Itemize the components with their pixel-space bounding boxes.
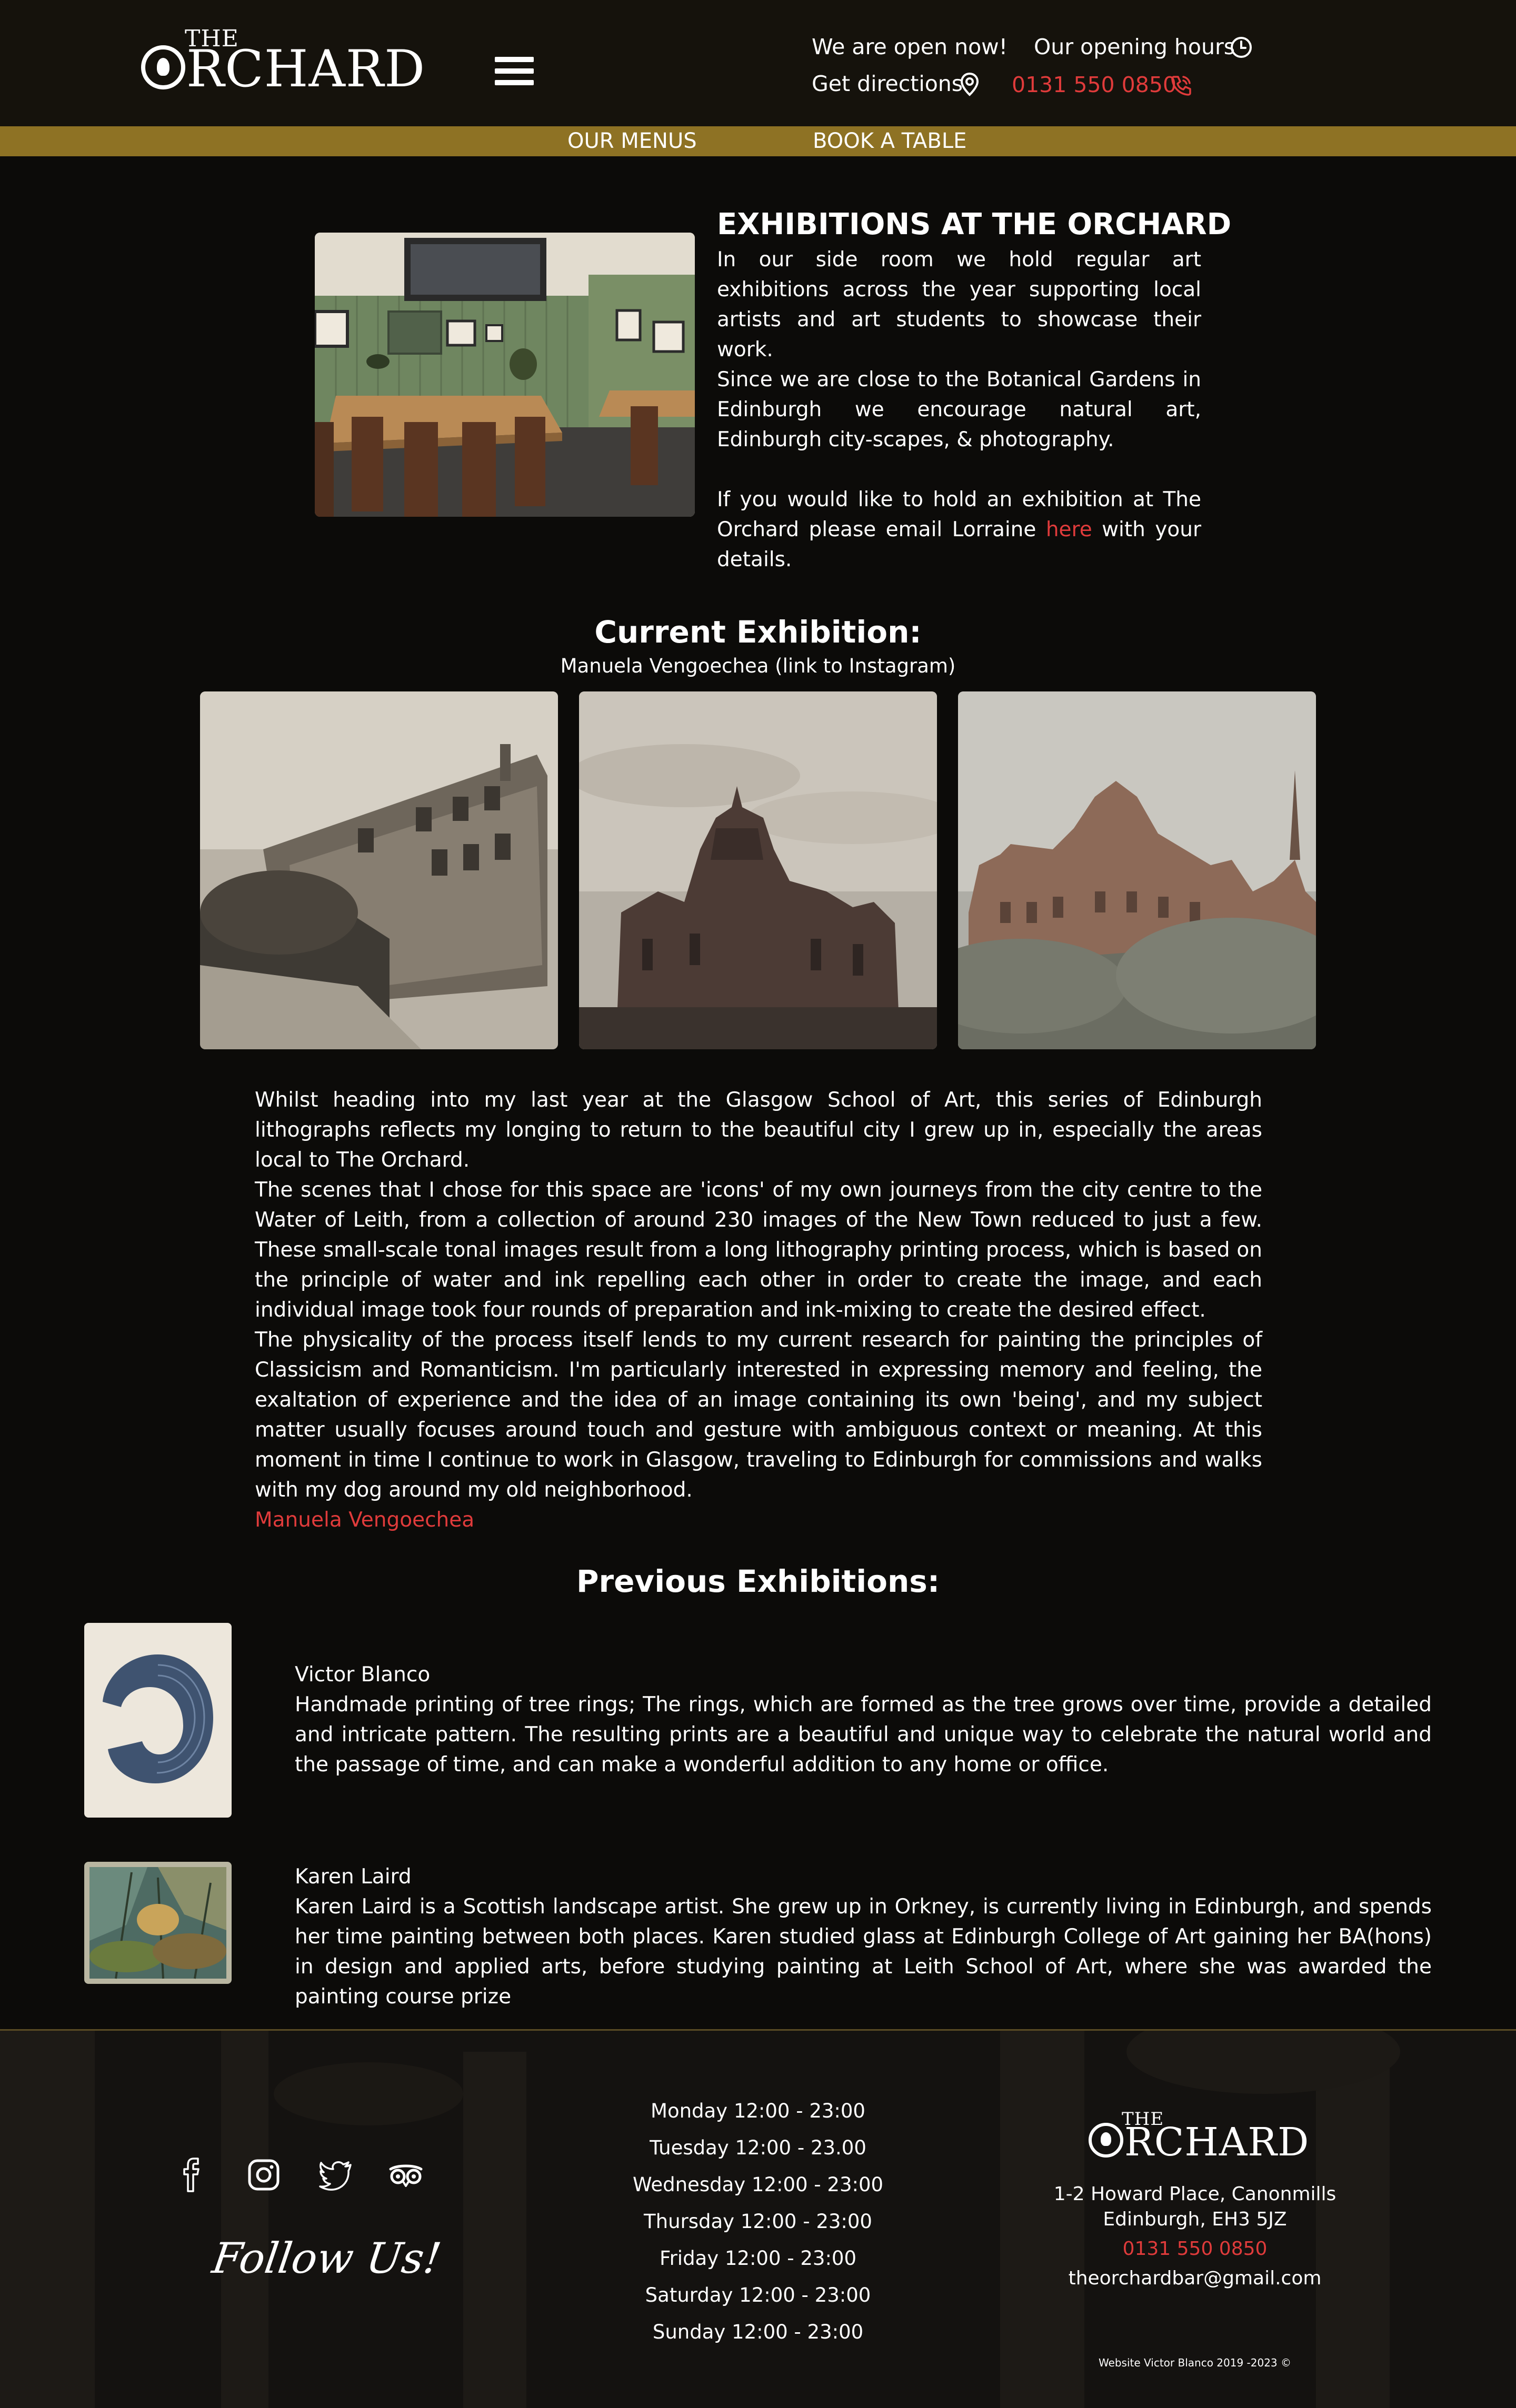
follow-us-text: Follow Us!	[209, 2234, 444, 2283]
lithograph-street-image[interactable]	[200, 691, 558, 1049]
logo-o-mark	[1089, 2123, 1123, 2158]
hours-wednesday: Wednesday 12:00 - 23:00	[632, 2173, 884, 2196]
footer-phone-link[interactable]: 0131 550 0850	[1032, 2236, 1358, 2262]
site-credit: Website Victor Blanco 2019 -2023 ©	[1098, 2356, 1292, 2369]
karen-laird-name: Karen Laird	[295, 1865, 412, 1889]
karen-laird-description: Karen Laird is a Scottish landscape arti…	[295, 1895, 1432, 2009]
victor-blanco-name: Victor Blanco	[295, 1663, 431, 1687]
map-pin-icon[interactable]	[959, 72, 980, 97]
hours-monday: Monday 12:00 - 23:00	[651, 2100, 865, 2122]
previous-exhibitions-heading: Previous Exhibitions:	[576, 1563, 940, 1599]
artist-instagram-link[interactable]: Manuela Vengoechea (link to Instagram)	[0, 654, 1516, 679]
side-room-photo	[315, 233, 695, 517]
get-directions-link[interactable]: Get directions	[812, 71, 963, 97]
logo-o-mark	[141, 45, 185, 89]
logo-rchard-text: RCHARD	[186, 39, 426, 98]
open-now-status: We are open now!	[812, 34, 1008, 59]
address-line-2: Edinburgh, EH3 5JZ	[1103, 2209, 1287, 2230]
tripadvisor-icon[interactable]	[387, 2156, 424, 2193]
hours-friday: Friday 12:00 - 23:00	[659, 2247, 857, 2270]
intro-spacer	[717, 455, 1201, 485]
intro-paragraph: Since we are close to the Botanical Gard…	[717, 368, 1201, 452]
nav-book-a-table[interactable]: BOOK A TABLE	[813, 126, 966, 156]
orchard-logo[interactable]: THE RCHARD	[141, 27, 425, 98]
intro-paragraph-email: If you would like to hold an exhibition …	[717, 485, 1201, 575]
lithograph-cathedral-image[interactable]	[579, 691, 937, 1049]
hamburger-bar	[495, 57, 534, 62]
twitter-icon[interactable]	[317, 2156, 354, 2193]
lithograph-heriots-image[interactable]	[958, 691, 1316, 1049]
tree-rings-print-image[interactable]	[84, 1623, 232, 1818]
hamburger-bar	[495, 68, 534, 74]
nav-our-menus[interactable]: OUR MENUS	[567, 126, 697, 156]
intro-paragraph: In our side room we hold regular art exh…	[717, 248, 1201, 362]
karen-laird-painting-image[interactable]	[84, 1862, 232, 1984]
statement-paragraph: The scenes that I chose for this space a…	[255, 1178, 1262, 1322]
logo-wordmark: RCHARD	[1089, 2120, 1309, 2165]
hours-tuesday: Tuesday 12:00 - 23.00	[650, 2136, 866, 2159]
hamburger-bar	[495, 80, 534, 85]
opening-hours-link[interactable]: Our opening hours	[1034, 34, 1235, 60]
instagram-icon[interactable]	[245, 2156, 282, 2193]
footer-email-link[interactable]: theorchardbar@gmail.com	[1032, 2266, 1358, 2291]
address-line-1: 1-2 Howard Place, Canonmills	[1053, 2183, 1337, 2205]
victor-blanco-description: Handmade printing of tree rings; The rin…	[295, 1693, 1432, 1777]
artist-statement: Whilst heading into my last year at the …	[255, 1085, 1262, 1535]
artist-signature-link[interactable]: Manuela Vengoechea	[255, 1505, 1262, 1535]
site-header: THE RCHARD We are open now! Our opening …	[0, 0, 1516, 126]
header-phone-link[interactable]: 0131 550 0850	[1012, 72, 1176, 98]
clock-icon[interactable]	[1230, 36, 1253, 59]
hours-sunday: Sunday 12:00 - 23:00	[652, 2321, 864, 2343]
footer-orchard-logo[interactable]: THE RCHARD	[1089, 2110, 1309, 2165]
phone-icon[interactable]	[1170, 74, 1193, 97]
email-here-link[interactable]: here	[1046, 518, 1092, 541]
main-nav-bar: OUR MENUS BOOK A TABLE	[0, 126, 1516, 156]
statement-paragraph: The physicality of the process itself le…	[255, 1328, 1262, 1502]
statement-paragraph: Whilst heading into my last year at the …	[255, 1088, 1262, 1172]
logo-wordmark: RCHARD	[141, 40, 425, 98]
hours-saturday: Saturday 12:00 - 23:00	[645, 2284, 871, 2306]
logo-rchard-text: RCHARD	[1124, 2120, 1310, 2165]
current-exhibition-heading: Current Exhibition:	[594, 614, 922, 650]
exhibitions-heading: EXHIBITIONS AT THE ORCHARD	[717, 207, 1232, 242]
facebook-icon[interactable]	[174, 2156, 211, 2193]
hours-thursday: Thursday 12:00 - 23:00	[644, 2210, 872, 2233]
hamburger-menu-icon[interactable]	[495, 57, 534, 85]
intro-paragraphs: In our side room we hold regular art exh…	[717, 245, 1201, 575]
